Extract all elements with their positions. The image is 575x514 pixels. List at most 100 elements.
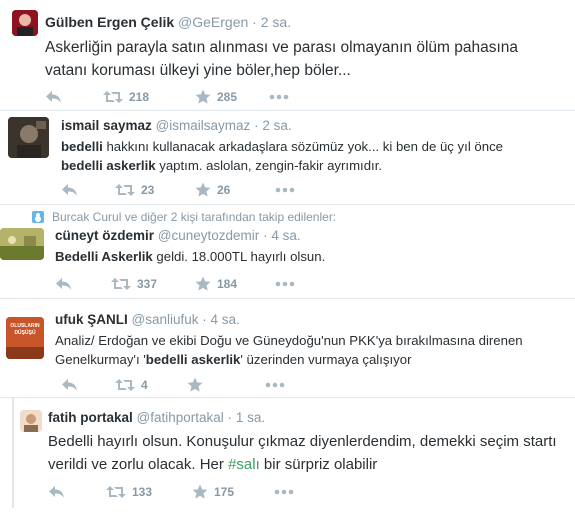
like-count: 175 [214, 485, 235, 499]
avatar[interactable] [0, 228, 44, 260]
reply-button[interactable] [48, 483, 65, 501]
avatar[interactable]: OLUSLARIN DÜŞÜŞÜ [6, 317, 44, 359]
retweet-button[interactable]: 218 [103, 88, 149, 106]
reply-button[interactable] [61, 181, 78, 199]
retweet-button[interactable]: 23 [115, 181, 154, 199]
tweet-text-part: geldi. 18.000TL hayırlı olsun. [152, 249, 326, 264]
like-button[interactable]: 184 [195, 275, 237, 293]
retweet-count: 133 [132, 485, 153, 499]
tweet[interactable]: OLUSLARIN DÜŞÜŞÜ ufuk ŞANLI @sanliufuk ·… [0, 299, 575, 397]
avatar[interactable] [12, 10, 38, 36]
timestamp[interactable]: 1 sa. [236, 410, 265, 425]
star-icon [195, 182, 211, 197]
star-icon [195, 89, 211, 104]
like-button[interactable] [187, 376, 209, 394]
retweet-icon [115, 184, 135, 196]
more-button[interactable] [275, 275, 295, 293]
follow-context[interactable]: Burcak Curul ve diğer 2 kişi tarafından … [32, 210, 336, 224]
tweet-header: cüneyt özdemir @cuneytozdemir · 4 sa. [55, 228, 301, 243]
reply-icon [46, 91, 61, 103]
like-button[interactable]: 26 [195, 181, 230, 199]
avatar-image [8, 117, 49, 158]
author-handle[interactable]: @GeErgen [178, 14, 248, 30]
tweet[interactable]: cüneyt özdemir @cuneytozdemir · 4 sa. Be… [0, 224, 575, 298]
reply-icon [49, 486, 64, 498]
avatar-caption: OLUSLARIN DÜŞÜŞÜ [10, 323, 40, 336]
more-button[interactable] [265, 376, 285, 394]
tweet[interactable]: fatih portakal @fatihportakal · 1 sa. Be… [0, 398, 575, 514]
star-icon [187, 377, 203, 392]
retweet-icon [103, 91, 123, 103]
author-name[interactable]: cüneyt özdemir [55, 228, 154, 243]
avatar-image [0, 228, 44, 260]
tweet-text-part: hakkını kullanacak arkadaşlara sözümüz y… [102, 139, 504, 154]
tweet-text-part: Askerliğin parayla satın alınması ve par… [45, 39, 518, 79]
reply-button[interactable] [45, 88, 62, 106]
tweet-actions: 337 184 [55, 275, 355, 293]
author-name[interactable]: fatih portakal [48, 410, 133, 425]
tweet-header: ismail saymaz @ismailsaymaz · 2 sa. [61, 118, 292, 133]
avatar-image [12, 10, 38, 36]
avatar[interactable] [20, 410, 42, 432]
more-button[interactable] [274, 483, 294, 501]
hashtag-link[interactable]: #salı [228, 456, 260, 473]
follow-context-icon [32, 211, 44, 223]
author-handle[interactable]: @fatihportakal [137, 410, 224, 425]
like-count: 26 [217, 183, 231, 197]
retweet-count: 337 [137, 277, 158, 291]
separator: · [227, 410, 233, 425]
separator: · [202, 312, 207, 327]
separator: · [254, 118, 259, 133]
tweet-text: Analiz/ Erdoğan ve ekibi Doğu ve Güneydo… [55, 331, 570, 369]
retweet-icon [111, 278, 131, 290]
more-dots-icon [265, 382, 285, 388]
tweet-text-part: ' üzerinden vurmaya çalışıyor [240, 352, 412, 367]
reply-button[interactable] [55, 275, 72, 293]
tweet-text: Askerliğin parayla satın alınması ve par… [45, 36, 545, 82]
timestamp[interactable]: 2 sa. [261, 14, 291, 30]
tweet-header: Gülben Ergen Çelik @GeErgen · 2 sa. [45, 14, 291, 30]
timestamp[interactable]: 4 sa. [211, 312, 240, 327]
timestamp[interactable]: 4 sa. [271, 228, 300, 243]
author-name[interactable]: Gülben Ergen Çelik [45, 14, 174, 30]
retweet-button[interactable]: 4 [115, 376, 148, 394]
more-button[interactable] [275, 181, 295, 199]
tweet-actions: 218 285 [45, 88, 345, 106]
like-button[interactable]: 285 [195, 88, 237, 106]
tweet-text-bold: bedelli askerlik [61, 158, 156, 173]
retweet-count: 23 [141, 183, 155, 197]
more-dots-icon [269, 94, 289, 100]
tweet[interactable]: ismail saymaz @ismailsaymaz · 2 sa. bede… [0, 111, 575, 204]
tweet-actions: 133 175 [48, 483, 348, 501]
like-count: 184 [217, 277, 238, 291]
author-handle[interactable]: @ismailsaymaz [156, 118, 251, 133]
tweet-actions: 4 [55, 376, 355, 394]
more-button[interactable] [269, 88, 289, 106]
avatar[interactable] [8, 117, 49, 158]
tweet-header: fatih portakal @fatihportakal · 1 sa. [48, 410, 265, 425]
author-handle[interactable]: @sanliufuk [132, 312, 199, 327]
retweet-icon [115, 379, 135, 391]
tweet-text-part: yaptım. aslolan, zengin-fakir ayrımıdır. [155, 158, 383, 173]
timestamp[interactable]: 2 sa. [262, 118, 291, 133]
separator: · [263, 228, 268, 243]
tweet-text: Bedelli Askerlik geldi. 18.000TL hayırlı… [55, 247, 535, 266]
star-icon [195, 276, 211, 291]
more-dots-icon [275, 281, 295, 287]
reply-button[interactable] [61, 376, 78, 394]
like-button[interactable]: 175 [192, 483, 234, 501]
author-name[interactable]: ufuk ŞANLI [55, 312, 128, 327]
reply-icon [62, 184, 77, 196]
avatar-image [20, 410, 42, 432]
retweet-button[interactable]: 337 [111, 275, 157, 293]
tweet-text-part: bir sürpriz olabilir [259, 456, 378, 473]
author-name[interactable]: ismail saymaz [61, 118, 152, 133]
retweet-button[interactable]: 133 [106, 483, 152, 501]
tweet-actions: 23 26 [61, 181, 361, 199]
tweet[interactable]: Gülben Ergen Çelik @GeErgen · 2 sa. Aske… [0, 0, 575, 110]
more-dots-icon [274, 489, 294, 495]
tweet-text-bold: Bedelli Askerlik [55, 249, 153, 264]
tweet-header: ufuk ŞANLI @sanliufuk · 4 sa. [55, 312, 240, 327]
separator: · [252, 14, 257, 30]
author-handle[interactable]: @cuneytozdemir [158, 228, 260, 243]
